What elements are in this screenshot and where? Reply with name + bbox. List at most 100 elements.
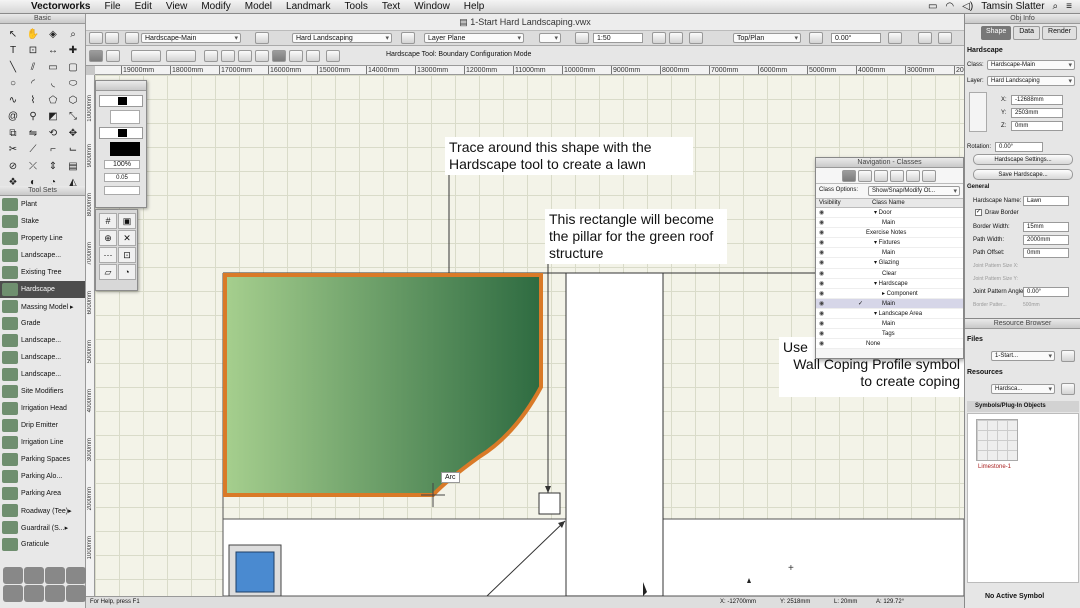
standard-view-select[interactable]: Top/Plan (733, 33, 801, 43)
class-icon[interactable] (125, 32, 139, 44)
oval-icon[interactable]: ⬭ (63, 76, 83, 93)
cubic-vertex-icon[interactable] (238, 50, 252, 62)
menu-file[interactable]: File (97, 1, 127, 12)
snap-tangent-icon[interactable]: ◔ (118, 264, 136, 280)
class-row[interactable]: ◉ ▾ Glazing (816, 258, 963, 269)
z-field[interactable]: 0mm (1011, 121, 1063, 131)
fillet-options-icon[interactable] (326, 50, 340, 62)
text-icon[interactable]: T (3, 43, 23, 60)
resource-options-icon[interactable] (1061, 383, 1075, 395)
nav-layers-tab-icon[interactable] (858, 170, 872, 182)
freehand-icon[interactable]: ∿ (3, 92, 23, 109)
rounded-rect-icon[interactable]: ▢ (63, 59, 83, 76)
offset-icon[interactable]: ⧉ (3, 125, 23, 142)
callout-icon[interactable]: ⊡ (23, 43, 43, 60)
toolset-item[interactable]: Massing Model ▸ (0, 298, 85, 315)
layer-select[interactable]: Hard Landscaping (987, 76, 1075, 86)
toolset-item[interactable]: Parking Spaces (0, 451, 85, 468)
double-line-icon[interactable]: ⫽ (23, 59, 43, 76)
menu-modify[interactable]: Modify (194, 1, 237, 12)
menu-view[interactable]: View (159, 1, 195, 12)
toolset-item[interactable]: Existing Tree (0, 264, 85, 281)
back-arrow-icon[interactable] (89, 32, 103, 44)
rotation-obj-field[interactable]: 0.00° (995, 142, 1043, 152)
rotation-field[interactable]: 0.00° (831, 33, 881, 43)
menu-help[interactable]: Help (457, 1, 492, 12)
tab-shape[interactable]: Shape (980, 26, 1012, 40)
toolset-item[interactable]: Plant (0, 196, 85, 213)
visibility-eye-icon[interactable]: ◉ (819, 309, 824, 319)
connect-icon[interactable]: ⤫ (23, 158, 43, 175)
pen-style-control[interactable] (99, 127, 143, 139)
settings-mode-icon[interactable] (166, 50, 196, 62)
col-class-name[interactable]: Class Name (872, 200, 905, 206)
rectangle-icon[interactable]: ▭ (43, 59, 63, 76)
hardscape-name-field[interactable]: Lawn (1023, 196, 1069, 206)
toolset-item[interactable]: Grade (0, 315, 85, 332)
dimension-icon[interactable]: ↔ (43, 43, 63, 60)
draw-border-checkbox[interactable]: ✓ (975, 209, 982, 216)
toolset-item[interactable]: Irrigation Head (0, 400, 85, 417)
line-markers-control[interactable] (104, 186, 140, 195)
toolset-site-icon[interactable] (24, 567, 44, 584)
view-options-icon[interactable] (669, 32, 683, 44)
class-row[interactable]: ◉ ▾ Landscape Area (816, 309, 963, 320)
preference-mode-icon[interactable] (131, 50, 161, 62)
pillar-rectangle[interactable] (538, 492, 561, 515)
selection-icon[interactable]: ↖ (3, 26, 23, 43)
resources-select[interactable]: Hardsca... (991, 384, 1055, 394)
border-width-field[interactable]: 15mm (1023, 222, 1069, 232)
trim-icon[interactable]: ✂ (3, 142, 23, 159)
user-name[interactable]: Tamsin Slatter (981, 1, 1044, 12)
file-options-icon[interactable] (1061, 350, 1075, 362)
toolset-item[interactable]: Landscape... (0, 366, 85, 383)
nav-sheets-tab-icon[interactable] (890, 170, 904, 182)
toolset-building-icon[interactable] (24, 585, 44, 602)
fillet-vertex-icon[interactable] (306, 50, 320, 62)
render-mode-icon[interactable] (689, 32, 703, 44)
tangent-arc-icon[interactable] (255, 50, 269, 62)
move-icon[interactable]: ✥ (63, 125, 83, 142)
rotate-icon[interactable]: ⟲ (43, 125, 63, 142)
quarter-arc-icon[interactable]: ◟ (43, 76, 63, 93)
saved-views-icon[interactable] (938, 32, 952, 44)
toolset-visualization-icon[interactable] (45, 567, 65, 584)
menu-landmark[interactable]: Landmark (279, 1, 337, 12)
toolset-objects-icon[interactable] (66, 585, 86, 602)
spotlight-icon[interactable]: ⌕ (1053, 1, 1059, 12)
position-box-icon[interactable] (969, 92, 987, 132)
fill-color-swatch[interactable] (110, 110, 140, 124)
polyline-icon[interactable]: ⌇ (23, 92, 43, 109)
toolset-item[interactable]: Site Modifiers (0, 383, 85, 400)
class-row[interactable]: ◉ ▾ Fixtures (816, 238, 963, 249)
push-pull-icon[interactable]: ⇕ (43, 158, 63, 175)
class-row[interactable]: ◉ ▾ Hardscape (816, 279, 963, 289)
line-icon[interactable]: ╲ (3, 59, 23, 76)
toolset-item[interactable]: Landscape... (0, 349, 85, 366)
toolset-landscape-icon[interactable] (3, 567, 23, 584)
class-select[interactable]: Hardscape-Main (987, 60, 1075, 70)
pan-icon[interactable]: ✋ (23, 26, 43, 43)
visibility-eye-icon[interactable]: ◉ (819, 228, 824, 238)
visibility-eye-icon[interactable]: ◉ (819, 238, 824, 248)
toolset-item[interactable]: Roadway (Tee)▸ (0, 502, 85, 519)
list-icon[interactable]: ≡ (1066, 1, 1072, 12)
clip-icon[interactable]: ⊘ (3, 158, 23, 175)
arc-icon[interactable]: ◜ (23, 76, 43, 93)
pillar-column-area[interactable] (565, 272, 664, 596)
spiral-icon[interactable]: @ (3, 109, 23, 126)
menu-window[interactable]: Window (407, 1, 457, 12)
wifi-icon[interactable]: ◠ (945, 1, 954, 12)
battery-icon[interactable]: ▭ (928, 1, 937, 12)
class-row[interactable]: ◉ Main ✓ (816, 298, 963, 309)
chamfer-icon[interactable]: ⌙ (63, 142, 83, 159)
visibility-eye-icon[interactable]: ◉ (819, 289, 824, 299)
toolset-dims-icon[interactable] (3, 585, 23, 602)
locus-icon[interactable]: ✚ (63, 43, 83, 60)
circle-icon[interactable]: ○ (3, 76, 23, 93)
toolset-item[interactable]: Parking Area (0, 485, 85, 502)
ruler-scale-icon[interactable] (575, 32, 589, 44)
zoom-icon[interactable]: ⌕ (63, 26, 83, 43)
class-row[interactable]: ◉ Clear (816, 269, 963, 279)
class-row[interactable]: ◉ None (816, 339, 963, 350)
